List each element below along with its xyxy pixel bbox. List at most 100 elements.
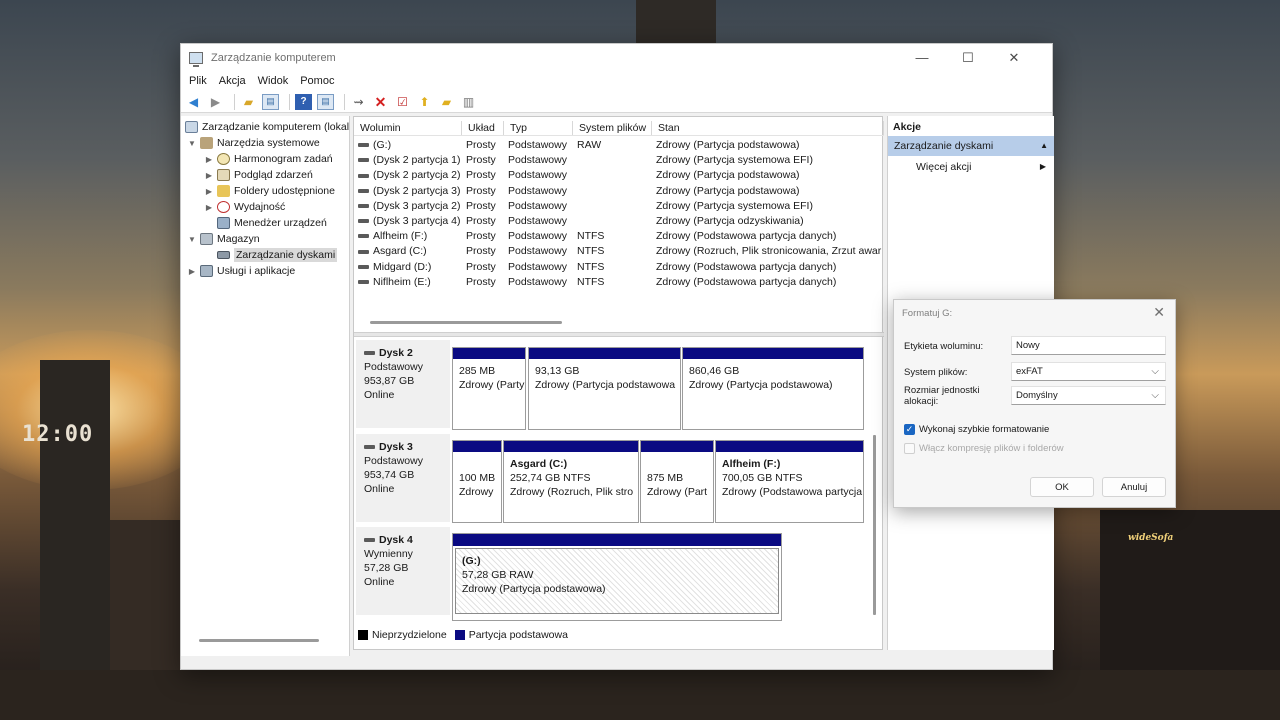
- help-icon[interactable]: ?: [295, 93, 312, 110]
- column-header-filesystem[interactable]: System plików: [573, 121, 652, 135]
- shared-folder-icon: [217, 185, 230, 197]
- volume-label-input[interactable]: Nowy: [1011, 336, 1166, 355]
- checkbox-checked-icon[interactable]: ✓: [904, 424, 915, 435]
- tree-item-disk-management[interactable]: Zarządzanie dyskami: [217, 247, 338, 263]
- partition-block[interactable]: 875 MB Zdrowy (Part: [640, 440, 714, 523]
- tree-item-performance[interactable]: ▶ Wydajność: [204, 199, 285, 215]
- volume-row[interactable]: (Dysk 2 partycja 3) Prosty Podstawowy Zdrow…: [354, 184, 884, 199]
- disk-3-label[interactable]: Dysk 3 Podstawowy 953,74 GB Online: [356, 434, 450, 522]
- tree-item-computer-management[interactable]: Zarządzanie komputerem (lokal: [185, 119, 349, 135]
- disk-4-label[interactable]: Dysk 4 Wymienny 57,28 GB Online: [356, 527, 450, 615]
- menu-help[interactable]: Pomoc: [300, 75, 334, 87]
- tree-item-label: Magazyn: [217, 233, 260, 245]
- tree-item-shared-folders[interactable]: ▶ Foldery udostępnione: [204, 183, 335, 199]
- cancel-button[interactable]: Anuluj: [1102, 477, 1166, 497]
- chevron-down-icon[interactable]: ▼: [187, 139, 197, 148]
- volume-list-scrollbar[interactable]: [370, 321, 562, 324]
- properties-icon[interactable]: ▤: [317, 93, 334, 110]
- column-header-layout[interactable]: Układ: [462, 121, 504, 135]
- volume-row[interactable]: (G:) Prosty Podstawowy RAW Zdrowy (Partycja …: [354, 138, 884, 153]
- volume-row[interactable]: (Dysk 3 partycja 2) Prosty Podstawowy Zdrow…: [354, 199, 884, 214]
- list-view-icon[interactable]: ▥: [460, 94, 477, 110]
- volume-cell-text: (Dysk 2 partycja 1): [373, 154, 461, 167]
- chevron-right-icon[interactable]: ▶: [187, 267, 197, 276]
- volume-cell: (Dysk 3 partycja 4): [354, 214, 462, 229]
- partition-block-alfheim[interactable]: Alfheim (F:) 700,05 GB NTFS Zdrowy (Podsta…: [715, 440, 864, 523]
- menu-view[interactable]: Widok: [258, 75, 289, 87]
- tree-item-task-scheduler[interactable]: ▶ Harmonogram zadań: [204, 151, 333, 167]
- tree-item-services-apps[interactable]: ▶ Usługi i aplikacje: [187, 263, 295, 279]
- column-header-status[interactable]: Stan: [652, 121, 884, 135]
- clock-icon: [217, 153, 230, 165]
- quick-format-checkbox[interactable]: ✓ Wykonaj szybkie formatowanie: [904, 424, 1049, 435]
- ok-button[interactable]: OK: [1030, 477, 1094, 497]
- show-hide-tree-icon[interactable]: ▤: [262, 93, 279, 110]
- tree-horizontal-scrollbar[interactable]: [199, 639, 319, 642]
- open-folder-icon[interactable]: ⬆: [416, 94, 433, 110]
- volume-cell: Zdrowy (Partycja podstawowa): [652, 138, 884, 153]
- collapse-arrow-icon[interactable]: ▲: [1040, 136, 1048, 156]
- menu-action[interactable]: Akcja: [219, 75, 246, 87]
- volume-cell-text: Zdrowy (Partycja odzyskiwania): [656, 215, 804, 227]
- tree-item-system-tools[interactable]: ▼ Narzędzia systemowe: [187, 135, 320, 151]
- partition-block-asgard[interactable]: Asgard (C:) 252,74 GB NTFS Zdrowy (Rozruch…: [503, 440, 639, 523]
- partition-block[interactable]: 100 MB Zdrowy: [452, 440, 502, 523]
- volume-cell-text: (Dysk 2 partycja 3): [373, 184, 461, 197]
- disk-status: Online: [364, 389, 395, 401]
- compression-checkbox[interactable]: Włącz kompresję plików i folderów: [904, 443, 1064, 454]
- chevron-down-icon[interactable]: ▼: [187, 235, 197, 244]
- maximize-button[interactable]: ☐: [945, 44, 991, 71]
- menu-file[interactable]: Plik: [189, 75, 207, 87]
- tree-item-device-manager[interactable]: Menedżer urządzeń: [217, 215, 327, 231]
- close-button[interactable]: ✕: [991, 44, 1037, 71]
- volume-row[interactable]: Alfheim (F:) Prosty Podstawowy NTFS Zdrowy (…: [354, 229, 884, 244]
- volume-row[interactable]: Midgard (D:) Prosty Podstawowy NTFS Zdrowy (…: [354, 260, 884, 275]
- disk-2-label[interactable]: Dysk 2 Podstawowy 953,87 GB Online: [356, 340, 450, 428]
- minimize-button[interactable]: —: [899, 44, 945, 71]
- disk-management-icon: [217, 251, 230, 259]
- tree-item-storage[interactable]: ▼ Magazyn: [187, 231, 260, 247]
- pane-splitter[interactable]: [354, 332, 884, 337]
- check-icon[interactable]: ☑: [394, 94, 411, 110]
- navigation-tree: Zarządzanie komputerem (lokal ▼ Narzędzi…: [181, 116, 350, 656]
- checkbox-unchecked-icon[interactable]: [904, 443, 915, 454]
- chevron-right-icon[interactable]: ▶: [204, 203, 214, 212]
- volume-row[interactable]: (Dysk 3 partycja 4) Prosty Podstawowy Zdrow…: [354, 214, 884, 229]
- volume-row[interactable]: (Dysk 2 partycja 1) Prosty Podstawowy Zdrow…: [354, 153, 884, 168]
- tree-item-event-viewer[interactable]: ▶ Podgląd zdarzeń: [204, 167, 313, 183]
- partition-block[interactable]: 860,46 GB Zdrowy (Partycja podstawowa): [682, 347, 864, 430]
- back-arrow-icon[interactable]: ◀: [185, 94, 202, 110]
- partition-size: 93,13 GB: [535, 365, 580, 377]
- chevron-right-icon[interactable]: ▶: [204, 187, 214, 196]
- title-bar[interactable]: Zarządzanie komputerem — ☐ ✕: [181, 44, 1052, 71]
- more-actions-item[interactable]: Więcej akcji ▶: [888, 156, 1054, 178]
- volume-cell-text: (Dysk 3 partycja 2): [373, 199, 461, 212]
- partition-block[interactable]: 93,13 GB Zdrowy (Partycja podstawowa: [528, 347, 681, 430]
- column-header-volume[interactable]: Wolumin: [354, 121, 462, 135]
- disk-map-vertical-scrollbar[interactable]: [873, 435, 876, 615]
- column-header-type[interactable]: Typ: [504, 121, 573, 135]
- forward-arrow-icon[interactable]: ▶: [207, 94, 224, 110]
- connect-icon[interactable]: ⇝: [350, 94, 367, 110]
- partition-color-bar: [453, 441, 501, 452]
- up-folder-icon[interactable]: ▰: [240, 94, 257, 110]
- actions-section-disk-management[interactable]: Zarządzanie dyskami ▲: [888, 136, 1054, 156]
- volume-drive-icon: [358, 188, 369, 193]
- disk-type: Wymienny: [364, 548, 413, 560]
- volume-cell-text: Zdrowy (Partycja podstawowa): [656, 184, 800, 197]
- partition-block-g[interactable]: (G:) 57,28 GB RAW Zdrowy (Partycja podstaw…: [452, 533, 782, 621]
- search-folder-icon[interactable]: ▰: [438, 94, 455, 110]
- storage-icon: [200, 233, 213, 245]
- delete-icon[interactable]: ✕: [372, 94, 389, 110]
- volume-row[interactable]: Asgard (C:) Prosty Podstawowy NTFS Zdrowy (R…: [354, 244, 884, 259]
- chevron-right-icon[interactable]: ▶: [204, 171, 214, 180]
- volume-drive-icon: [358, 234, 369, 239]
- allocation-select[interactable]: Domyślny ⌵: [1011, 386, 1166, 405]
- chevron-right-icon[interactable]: ▶: [204, 155, 214, 164]
- volume-row[interactable]: (Dysk 2 partycja 2) Prosty Podstawowy Zdrow…: [354, 168, 884, 183]
- tree-item-label: Zarządzanie dyskami: [234, 248, 338, 262]
- filesystem-select[interactable]: exFAT ⌵: [1011, 362, 1166, 381]
- dialog-close-icon[interactable]: ✕: [1153, 304, 1165, 321]
- volume-row[interactable]: Niflheim (E:) Prosty Podstawowy NTFS Zdrowy …: [354, 275, 884, 290]
- partition-block[interactable]: 285 MB Zdrowy (Party: [452, 347, 526, 430]
